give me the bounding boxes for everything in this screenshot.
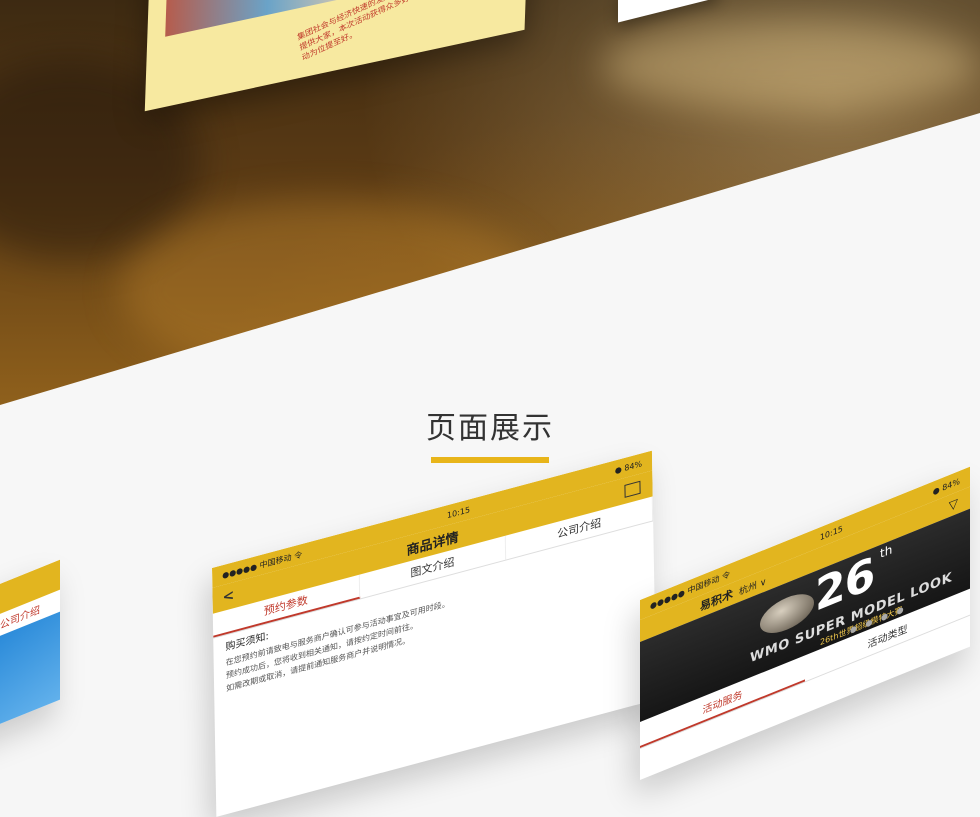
promo-card: 集团社会与经济快速的发展，生活与工作压力也越来越大。所以为了提供大家，本次活动获… <box>144 0 530 112</box>
title-underline <box>431 457 549 463</box>
share-icon[interactable] <box>624 480 641 498</box>
bokeh-light <box>600 20 980 110</box>
filter-icon[interactable]: ▽ <box>949 496 958 514</box>
phone-mockup-left: 公司介绍 <box>0 559 60 740</box>
back-icon[interactable]: < <box>222 587 234 606</box>
section-title: 页面展示 <box>426 411 554 446</box>
battery-label: ● 84% <box>614 458 643 476</box>
promo-card-secondary <box>618 0 718 23</box>
banner-suffix: th <box>880 542 893 562</box>
clock-label: 10:15 <box>446 504 471 520</box>
promo-card-text: 集团社会与经济快速的发展，生活与工作压力也越来越大。所以为了提供大家，本次活动获… <box>296 0 529 63</box>
